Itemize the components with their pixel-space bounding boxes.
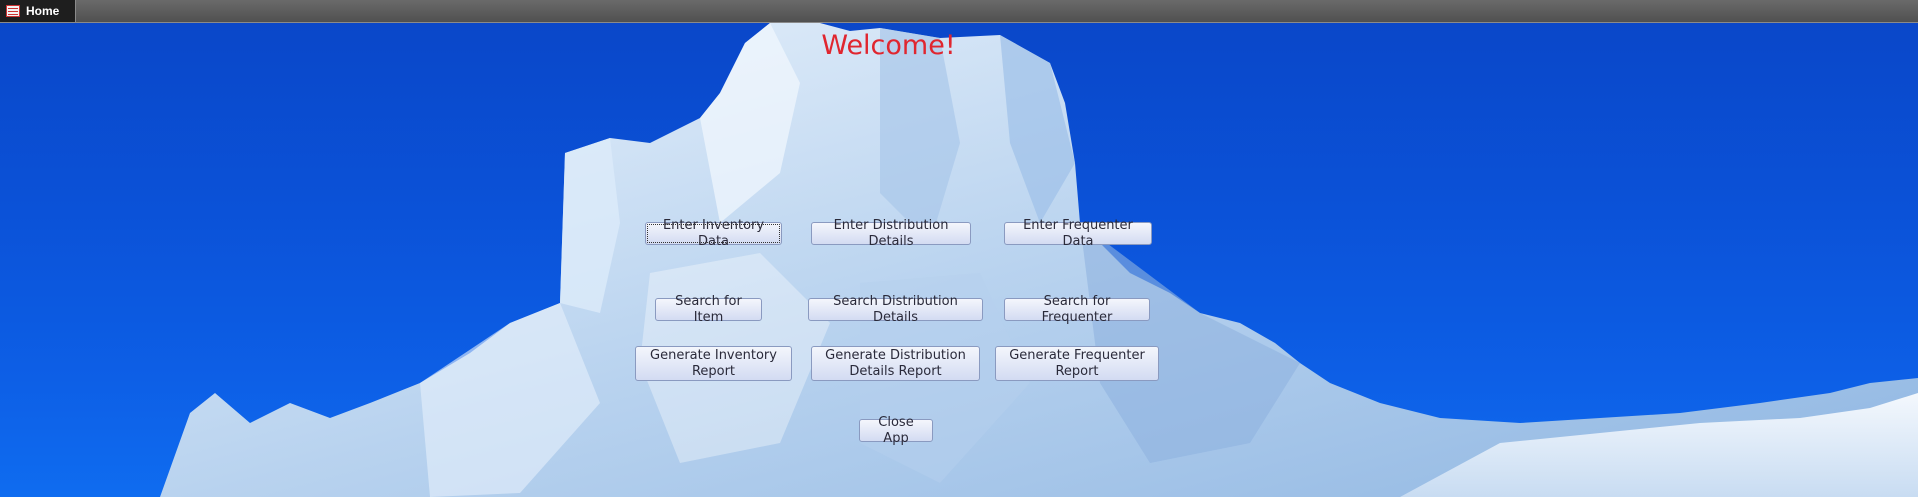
generate-distribution-report-button[interactable]: Generate Distribution Details Report [811,346,980,381]
generate-frequenter-report-button[interactable]: Generate Frequenter Report [995,346,1159,381]
enter-distribution-button[interactable]: Enter Distribution Details [811,218,971,249]
form-background: Welcome! Enter Inventory Data Enter Dist… [0,23,1918,497]
enter-inventory-button[interactable]: Enter Inventory Data [645,218,782,249]
welcome-title: Welcome! [821,30,956,61]
enter-frequenter-button[interactable]: Enter Frequenter Data [1004,218,1152,249]
tab-home[interactable]: Home [0,0,76,22]
search-distribution-button[interactable]: Search Distribution Details [808,294,983,325]
form-icon [6,5,20,17]
document-tab-bar: Home [0,0,1918,23]
search-item-button[interactable]: Search for Item [655,294,762,325]
tab-home-label: Home [26,4,60,18]
search-frequenter-button[interactable]: Search for Frequenter [1004,294,1150,325]
close-app-button[interactable]: Close App [859,415,933,446]
iceberg-image [160,23,1918,497]
generate-inventory-report-button[interactable]: Generate Inventory Report [635,346,792,381]
